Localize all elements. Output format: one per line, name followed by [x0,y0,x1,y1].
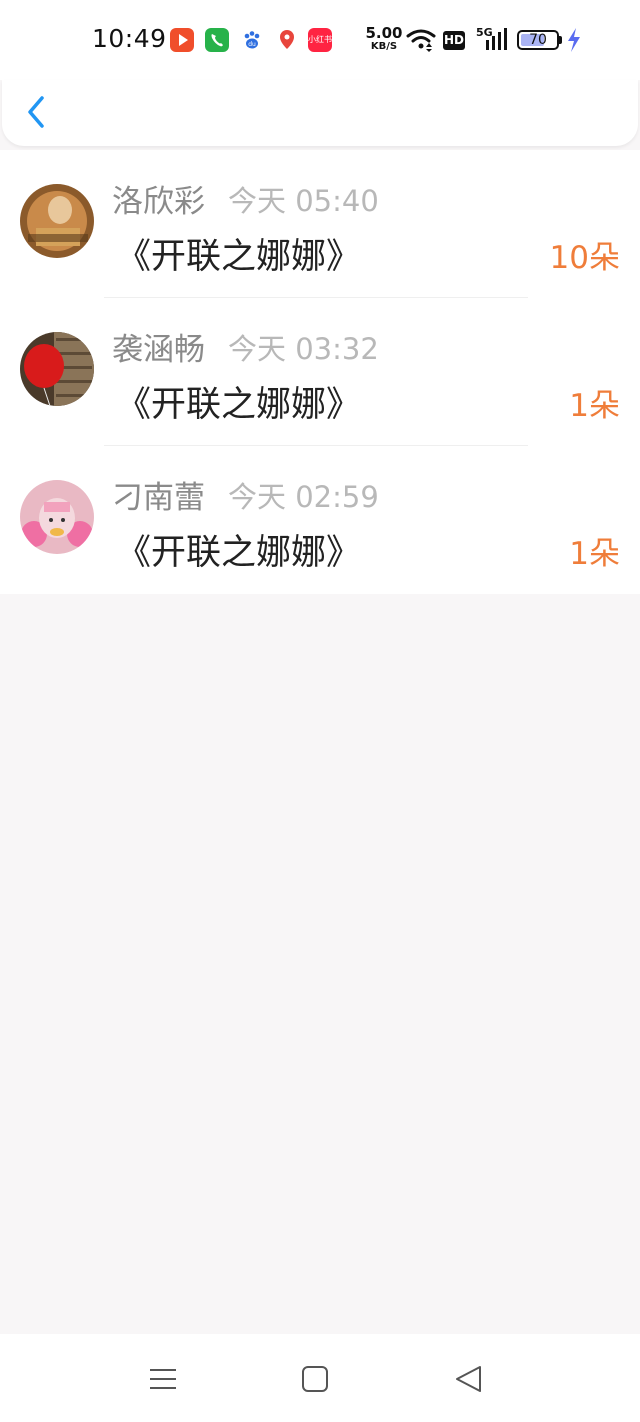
sent-time: 今天 03:32 [228,332,379,366]
gift-list: 洛欣彩 今天 05:40 《开联之娜娜》 10朵 袭涵畅 今天 03:32 《开… [0,150,640,594]
battery-icon: 70 [517,30,559,50]
status-bar: 10:49 du 小红书 5.00 KB/S HD 5G 70 [0,0,640,80]
phone-icon [205,28,229,52]
avatar[interactable] [20,332,94,406]
signal-icon [486,28,510,50]
sent-time: 今天 05:40 [228,184,379,218]
sender-name: 刁南蕾 [112,480,205,516]
back-nav-button[interactable] [452,1362,486,1396]
net-speed-value: 5.00 [365,24,403,42]
status-time: 10:49 [92,24,167,53]
xiaohongshu-label: 小红书 [308,35,332,44]
net-speed-unit: KB/S [370,41,398,52]
charging-icon [566,28,582,52]
flower-count: 1朵 [569,536,620,572]
video-app-icon [170,28,194,52]
sender-name: 袭涵畅 [112,332,205,368]
list-item[interactable]: 刁南蕾 今天 02:59 《开联之娜娜》 1朵 [0,446,640,594]
avatar[interactable] [20,184,94,258]
sender-name: 洛欣彩 [112,184,205,220]
hd-badge: HD [443,31,465,50]
location-app-icon [275,28,299,52]
header-bar [2,80,638,146]
sent-time: 今天 02:59 [228,480,379,514]
home-icon [302,1366,328,1392]
battery-level: 70 [529,32,547,48]
gift-title: 《开联之娜娜》 [116,533,362,573]
flower-count: 10朵 [549,240,620,276]
list-item[interactable]: 洛欣彩 今天 05:40 《开联之娜娜》 10朵 [0,150,640,298]
battery-nub [559,36,562,44]
avatar[interactable] [20,480,94,554]
back-button[interactable] [20,92,60,132]
svg-text:du: du [248,41,256,48]
back-triangle-icon [456,1366,481,1392]
chevron-left-icon [28,96,44,128]
home-button[interactable] [298,1362,332,1396]
menu-icon [150,1369,176,1389]
list-item[interactable]: 袭涵畅 今天 03:32 《开联之娜娜》 1朵 [0,298,640,446]
wifi-icon [406,28,436,52]
network-speed: 5.00 KB/S [364,26,404,52]
flower-count: 1朵 [569,388,620,424]
gift-title: 《开联之娜娜》 [116,237,362,277]
system-nav-bar [0,1334,640,1422]
gift-title: 《开联之娜娜》 [116,385,362,425]
baidu-icon: du [240,28,264,52]
xiaohongshu-icon: 小红书 [308,28,332,52]
menu-button[interactable] [146,1362,180,1396]
